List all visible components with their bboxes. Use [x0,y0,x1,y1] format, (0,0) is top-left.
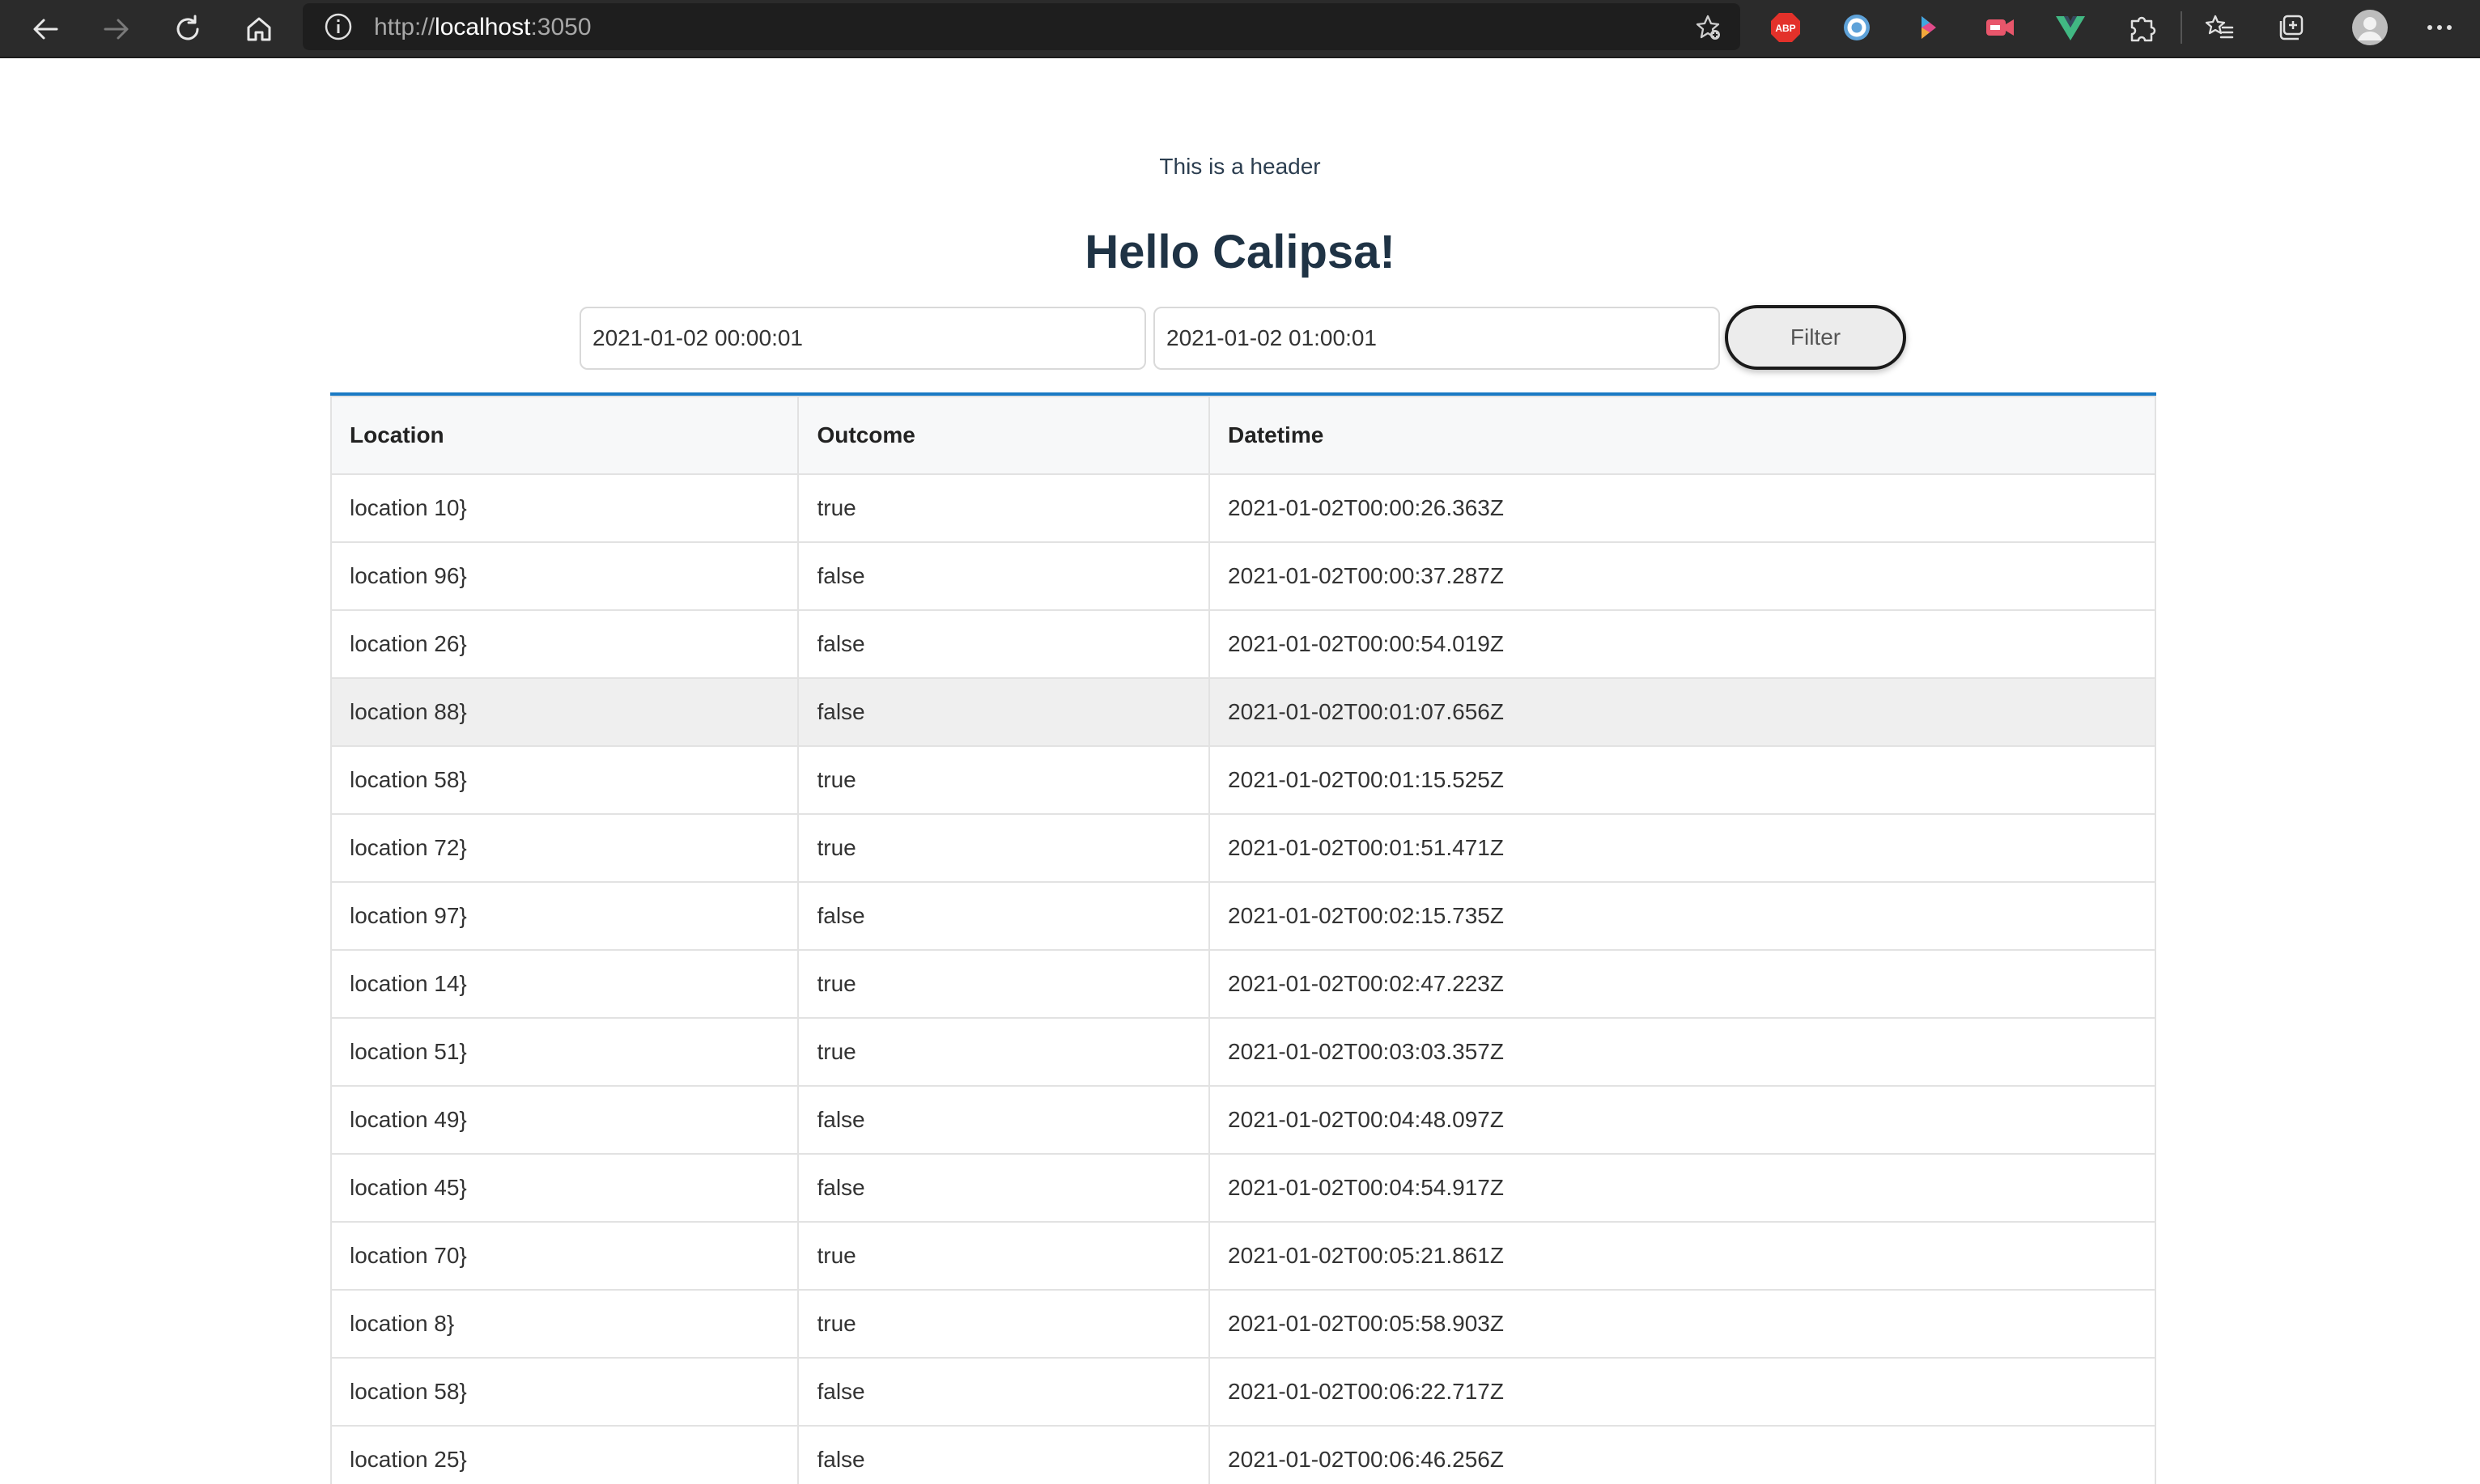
outcome-cell: false [797,609,1211,679]
outcome-cell: false [797,541,1211,611]
outcome-cell: false [797,1085,1211,1155]
results-table: Location Outcome Datetime location 10} tr… [330,396,2156,1484]
datetime-cell: 2021-01-02T00:01:15.525Z [1208,745,2156,815]
datetime-cell: 2021-01-02T00:00:37.287Z [1208,541,2156,611]
datetime-cell: 2021-01-02T00:06:46.256Z [1208,1425,2156,1484]
table-row[interactable]: location 49} false 2021-01-02T00:04:48.097… [330,1085,2156,1155]
add-favorite-icon[interactable] [1693,13,1722,42]
location-cell: location 14} [330,949,800,1019]
vue-devtools-icon[interactable] [2054,11,2087,44]
forward-icon[interactable] [94,6,139,52]
outcome-cell: false [797,881,1211,951]
adblock-label: ABP [1775,23,1795,34]
location-cell: location 96} [330,541,800,611]
collections-icon[interactable] [2274,11,2307,44]
table-row[interactable]: location 97} false 2021-01-02T00:02:15.735… [330,881,2156,951]
location-cell: location 25} [330,1425,800,1484]
location-cell: location 72} [330,813,800,883]
outcome-cell: false [797,1425,1211,1484]
url-host: localhost [435,14,531,40]
location-cell: location 51} [330,1017,800,1087]
table-row[interactable]: location 72} true 2021-01-02T00:01:51.471Z [330,813,2156,883]
table-row[interactable]: location 14} true 2021-01-02T00:02:47.223Z [330,949,2156,1019]
more-menu-icon[interactable] [2423,11,2456,44]
column-header-datetime[interactable]: Datetime [1208,396,2156,475]
outcome-cell: false [797,1153,1211,1223]
datetime-cell: 2021-01-02T00:01:07.656Z [1208,677,2156,747]
datetime-cell: 2021-01-02T00:05:21.861Z [1208,1221,2156,1291]
table-row[interactable]: location 88} false 2021-01-02T00:01:07.656… [330,677,2156,747]
profile-avatar-icon[interactable] [2350,8,2389,47]
location-cell: location 70} [330,1221,800,1291]
back-icon[interactable] [23,6,68,52]
url-scheme: http:// [374,14,435,40]
reload-icon[interactable] [165,6,210,52]
table-row[interactable]: location 58} true 2021-01-02T00:01:15.525Z [330,745,2156,815]
datetime-cell: 2021-01-02T00:05:58.903Z [1208,1289,2156,1359]
camera-extension-icon[interactable] [1983,11,2015,44]
table-row[interactable]: location 45} false 2021-01-02T00:04:54.917… [330,1153,2156,1223]
datetime-cell: 2021-01-02T00:02:15.735Z [1208,881,2156,951]
table-row[interactable]: location 51} true 2021-01-02T00:03:03.357Z [330,1017,2156,1087]
puzzle-extensions-icon[interactable] [2125,11,2158,44]
address-bar[interactable]: http://localhost:3050 [303,3,1740,50]
datetime-cell: 2021-01-02T00:04:48.097Z [1208,1085,2156,1155]
results-table-container[interactable]: Location Outcome Datetime location 10} tr… [330,392,2156,1484]
table-row[interactable]: location 8} true 2021-01-02T00:05:58.903Z [330,1289,2156,1359]
page-header: This is a header [1159,154,1321,179]
location-cell: location 58} [330,1357,800,1427]
table-row[interactable]: location 25} false 2021-01-02T00:06:46.256… [330,1425,2156,1484]
outcome-cell: false [797,677,1211,747]
favorites-icon[interactable] [2203,11,2236,44]
outcome-cell: false [797,1357,1211,1427]
datetime-cell: 2021-01-02T00:03:03.357Z [1208,1017,2156,1087]
home-icon[interactable] [236,6,282,52]
datetime-cell: 2021-01-02T00:02:47.223Z [1208,949,2156,1019]
datetime-cell: 2021-01-02T00:06:22.717Z [1208,1357,2156,1427]
location-cell: location 8} [330,1289,800,1359]
outcome-cell: true [797,813,1211,883]
outcome-cell: true [797,1017,1211,1087]
location-cell: location 10} [330,473,800,543]
table-body: location 10} true 2021-01-02T00:00:26.363Z… [330,473,2156,1484]
location-cell: location 97} [330,881,800,951]
datetime-cell: 2021-01-02T00:00:26.363Z [1208,473,2156,543]
outcome-cell: true [797,473,1211,543]
outcome-cell: true [797,1289,1211,1359]
page-title: Hello Calipsa! [1085,226,1395,278]
ring-extension-icon[interactable] [1841,11,1873,44]
table-row[interactable]: location 26} false 2021-01-02T00:00:54.019… [330,609,2156,679]
location-cell: location 88} [330,677,800,747]
table-row[interactable]: location 10} true 2021-01-02T00:00:26.363Z [330,473,2156,543]
location-cell: location 58} [330,745,800,815]
datetime-cell: 2021-01-02T00:01:51.471Z [1208,813,2156,883]
adblock-plus-icon[interactable]: ABP [1769,11,1802,44]
table-row[interactable]: location 96} false 2021-01-02T00:00:37.287… [330,541,2156,611]
outcome-cell: true [797,745,1211,815]
toolbar-separator [2181,11,2182,44]
outcome-cell: true [797,949,1211,1019]
table-row[interactable]: location 70} true 2021-01-02T00:05:21.861Z [330,1221,2156,1291]
site-info-icon[interactable] [324,12,353,41]
datetime-cell: 2021-01-02T00:04:54.917Z [1208,1153,2156,1223]
column-header-outcome[interactable]: Outcome [797,396,1211,475]
outcome-cell: true [797,1221,1211,1291]
column-header-location[interactable]: Location [330,396,800,475]
table-header-row: Location Outcome Datetime [330,396,2156,475]
url-port: :3050 [530,14,592,40]
table-row[interactable]: location 58} false 2021-01-02T00:06:22.717… [330,1357,2156,1427]
start-datetime-input[interactable] [580,307,1146,370]
dart-extension-icon[interactable] [1912,11,1944,44]
url-text[interactable]: http://localhost:3050 [374,14,592,41]
end-datetime-input[interactable] [1153,307,1720,370]
location-cell: location 26} [330,609,800,679]
location-cell: location 45} [330,1153,800,1223]
filter-button[interactable]: Filter [1725,305,1906,370]
datetime-cell: 2021-01-02T00:00:54.019Z [1208,609,2156,679]
location-cell: location 49} [330,1085,800,1155]
browser-toolbar: http://localhost:3050 ABP [0,0,2480,58]
